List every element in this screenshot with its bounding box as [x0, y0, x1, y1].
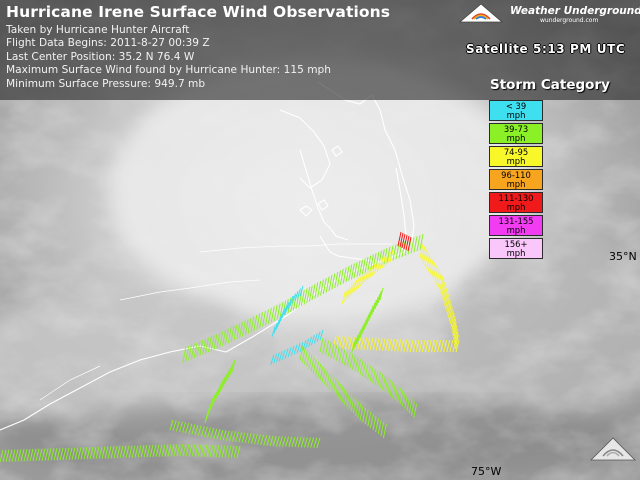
legend-category-3: 111-130 mph [489, 192, 543, 213]
legend-category-ts-low: < 39 mph [489, 100, 543, 121]
info-line-aircraft: Taken by Hurricane Hunter Aircraft [6, 24, 190, 36]
category-unit: mph [506, 155, 526, 166]
legend-category-tropical-storm: 39-73 mph [489, 123, 543, 144]
category-unit: mph [506, 178, 526, 189]
info-line-center-position: Last Center Position: 35.2 N 76.4 W [6, 50, 195, 63]
flight-info: Taken by Hurricane Hunter Aircraft Fligh… [6, 24, 331, 91]
category-unit: mph [506, 132, 526, 143]
corner-logo-icon [590, 437, 636, 461]
legend-category-4: 131-155 mph [489, 215, 543, 236]
brand-url: wunderground.com [540, 17, 599, 24]
info-line-flight-start: Flight Data Begins: 2011-8-27 00:39 Z [6, 37, 210, 50]
storm-category-legend: < 39 mph 39-73 mph 74-95 mph 96-110 mph … [489, 100, 543, 261]
legend-category-5: 156+ mph [489, 238, 543, 259]
weather-underground-logo[interactable]: Weather Underground wunderground.com [458, 2, 640, 26]
category-unit: mph [506, 109, 526, 120]
satellite-timestamp: Satellite 5:13 PM UTC [466, 42, 626, 56]
legend-category-1: 74-95 mph [489, 146, 543, 167]
legend-title: Storm Category [490, 77, 610, 93]
legend-category-2: 96-110 mph [489, 169, 543, 190]
brand-name: Weather Underground [510, 5, 640, 17]
info-line-min-pressure: Minimum Surface Pressure: 949.7 mb [6, 77, 206, 90]
dark-lower-band [0, 400, 640, 480]
map-viewport: Hurricane Irene Surface Wind Observation… [0, 0, 640, 480]
latitude-label-35n: 35°N [609, 250, 637, 263]
weather-underground-icon [458, 3, 504, 23]
category-unit: mph [506, 201, 526, 212]
category-unit: mph [506, 247, 526, 258]
info-line-max-wind: Maximum Surface Wind found by Hurricane … [6, 64, 331, 77]
longitude-label-75w: 75°W [471, 465, 502, 478]
category-unit: mph [506, 224, 526, 235]
page-title: Hurricane Irene Surface Wind Observation… [6, 3, 391, 21]
